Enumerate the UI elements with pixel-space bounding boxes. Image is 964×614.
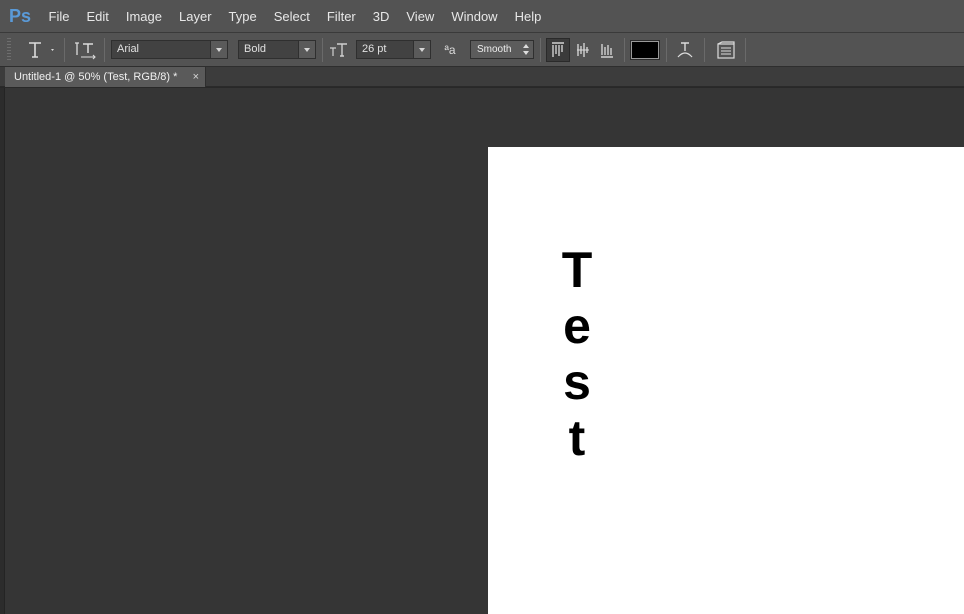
document-tab-title: Untitled-1 @ 50% (Test, RGB/8) *	[14, 71, 178, 83]
text-letter: e	[563, 298, 591, 354]
character-panel-icon[interactable]	[714, 39, 738, 61]
document-tab-bar: Untitled-1 @ 50% (Test, RGB/8) * ×	[0, 67, 964, 87]
separator	[704, 38, 705, 62]
font-size-icon	[328, 39, 350, 61]
chevron-down-icon	[298, 41, 315, 58]
close-icon[interactable]: ×	[193, 67, 199, 87]
vertical-text-layer[interactable]: T e s t	[555, 242, 599, 466]
menu-bar: Ps File Edit Image Layer Type Select Fil…	[0, 0, 964, 33]
chevron-down-icon	[210, 41, 227, 58]
menu-file[interactable]: File	[40, 0, 78, 33]
menu-filter[interactable]: Filter	[318, 0, 364, 33]
align-left-icon[interactable]	[548, 39, 568, 61]
antialias-icon: ªa	[439, 39, 461, 61]
separator	[322, 38, 323, 62]
separator	[666, 38, 667, 62]
font-family-dropdown[interactable]: Arial	[111, 40, 228, 59]
font-style-dropdown[interactable]: Bold	[238, 40, 316, 59]
options-bar: Arial Bold 26 pt ªa Smooth	[0, 33, 964, 67]
menu-type[interactable]: Type	[220, 0, 265, 33]
menu-window[interactable]: Window	[443, 0, 506, 33]
menu-help[interactable]: Help	[506, 0, 550, 33]
menu-3d[interactable]: 3D	[364, 0, 398, 33]
warp-text-icon[interactable]	[674, 39, 696, 61]
menu-layer[interactable]: Layer	[171, 0, 221, 33]
separator	[64, 38, 65, 62]
text-letter: T	[561, 242, 593, 298]
chevron-down-icon	[413, 41, 430, 58]
menu-select[interactable]: Select	[265, 0, 318, 33]
font-size-dropdown[interactable]: 26 pt	[356, 40, 431, 59]
text-letter: t	[568, 410, 586, 466]
menu-image[interactable]: Image	[117, 0, 170, 33]
text-letter: s	[563, 354, 591, 410]
antialias-dropdown[interactable]: Smooth	[470, 40, 534, 59]
options-bar-grip[interactable]	[7, 38, 11, 62]
antialias-icon-label: ªa	[444, 43, 456, 57]
separator	[540, 38, 541, 62]
separator	[104, 38, 105, 62]
type-tool-icon[interactable]	[22, 39, 56, 61]
align-right-icon[interactable]	[597, 39, 617, 61]
photoshop-logo: Ps	[8, 5, 32, 26]
text-color-swatch[interactable]	[630, 40, 660, 60]
antialias-value: Smooth	[477, 44, 512, 55]
font-family-value: Arial	[117, 43, 140, 55]
menu-edit[interactable]: Edit	[78, 0, 117, 33]
separator	[745, 38, 746, 62]
document-tab[interactable]: Untitled-1 @ 50% (Test, RGB/8) * ×	[5, 67, 206, 87]
menu-view[interactable]: View	[398, 0, 443, 33]
spinner-arrows-icon	[523, 43, 530, 56]
font-style-value: Bold	[244, 43, 267, 55]
font-size-value: 26 pt	[362, 43, 387, 55]
align-center-icon[interactable]	[573, 39, 593, 61]
separator	[624, 38, 625, 62]
toggle-orientation-icon[interactable]	[74, 39, 98, 61]
